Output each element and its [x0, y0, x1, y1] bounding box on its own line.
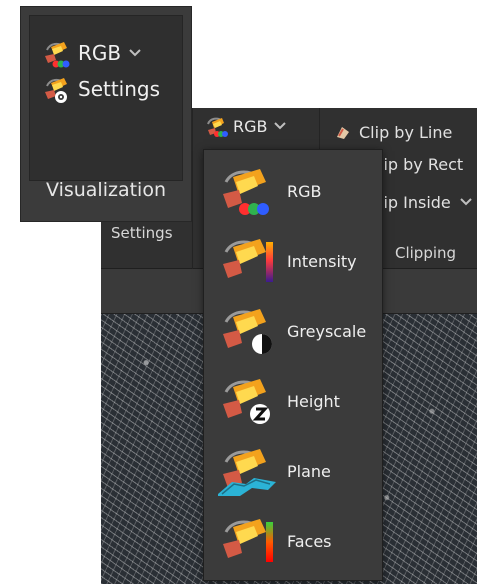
dropdown-item-plane[interactable]: Plane	[204, 436, 382, 506]
clip-inside-button[interactable]: lip Inside	[379, 190, 473, 214]
clip-icon	[337, 127, 349, 139]
dropdown-item-label: Faces	[287, 531, 332, 551]
height-mode-icon	[223, 379, 270, 424]
dropdown-item-faces[interactable]: Faces	[204, 506, 382, 576]
dropdown-item-greyscale[interactable]: Greyscale	[204, 296, 382, 366]
dropdown-item-label: Height	[287, 391, 340, 411]
visualization-settings-button[interactable]: Settings	[41, 73, 160, 105]
clip-inside-label: lip Inside	[379, 192, 451, 212]
rgb-mode-label: RGB	[233, 116, 268, 136]
dropdown-item-label: Greyscale	[287, 321, 367, 341]
paint-bucket-brush-icon	[207, 117, 228, 137]
chevron-down-icon	[460, 198, 472, 206]
dropdown-item-label: Intensity	[287, 251, 357, 271]
intensity-mode-icon	[223, 239, 273, 282]
paint-bucket-brush-icon	[45, 42, 70, 68]
visualization-settings-label: Settings	[78, 77, 161, 101]
faces-mode-icon	[223, 519, 273, 562]
clip-by-rect-button[interactable]: lip by Rect	[379, 152, 463, 176]
visualization-rgb-button[interactable]: RGB	[41, 37, 142, 69]
clip-by-line-button[interactable]: Clip by Line	[335, 120, 452, 144]
dropdown-item-label: Plane	[287, 461, 331, 481]
visualization-mode-dropdown[interactable]: RGB Intensity Greyscale Height Plane Fac…	[203, 149, 383, 581]
visualization-rgb-label: RGB	[78, 41, 122, 65]
visualization-caption: Visualization	[45, 179, 166, 201]
settings-gear-icon	[45, 78, 67, 103]
dropdown-item-rgb[interactable]: RGB	[204, 156, 382, 226]
chevron-down-icon	[129, 49, 141, 57]
dropdown-item-label: RGB	[287, 181, 322, 201]
rgb-mode-button[interactable]: RGB	[204, 113, 298, 139]
visualization-panel: RGB Settings Visualization	[20, 6, 192, 222]
chevron-down-icon	[273, 122, 286, 130]
clipping-group-label: Clipping	[395, 244, 457, 262]
clip-by-rect-label: lip by Rect	[379, 154, 464, 174]
greyscale-mode-icon	[223, 309, 272, 354]
rgb-mode-icon	[223, 169, 269, 215]
ribbon-separator	[192, 108, 193, 273]
dropdown-item-intensity[interactable]: Intensity	[204, 226, 382, 296]
dropdown-item-height[interactable]: Height	[204, 366, 382, 436]
settings-group-label: Settings	[111, 224, 173, 242]
plane-mode-icon	[218, 449, 276, 496]
clip-by-line-label: Clip by Line	[359, 122, 453, 142]
